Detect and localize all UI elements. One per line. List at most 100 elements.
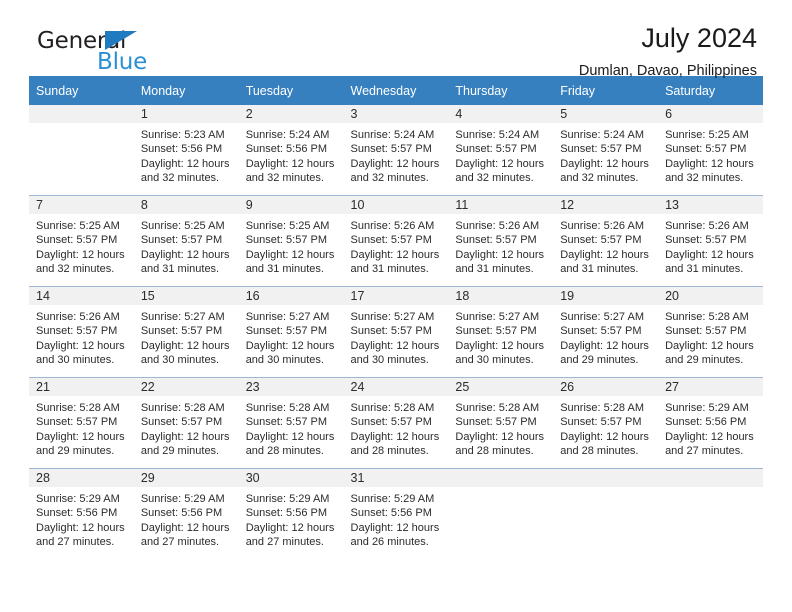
calendar-day-cell[interactable]: 24 Sunrise: 5:28 AM Sunset: 5:57 PM Dayligh… [343,377,449,469]
day-details: Sunrise: 5:25 AM Sunset: 5:57 PM Daylight:… [134,214,239,277]
sunset-text: Sunset: 5:56 PM [245,143,328,156]
day-number: 29 [133,469,239,487]
calendar-body: 1 Sunrise: 5:23 AM Sunset: 5:56 PM Daylight… [29,105,763,559]
calendar-day-cell[interactable]: 16 Sunrise: 5:27 AM Sunset: 5:57 PM Dayligh… [238,286,344,378]
calendar-day-cell[interactable]: 18 Sunrise: 5:27 AM Sunset: 5:57 PM Dayligh… [448,286,554,378]
day-cell-inner: 21 Sunrise: 5:28 AM Sunset: 5:57 PM Dayligh… [29,378,134,468]
day-number: 26 [553,378,659,396]
sunset-text: Sunset: 5:57 PM [455,234,537,247]
daylight-text-line1: Daylight: 12 hours [245,430,335,443]
day-cell-inner: 5 Sunrise: 5:24 AM Sunset: 5:57 PM Daylight… [553,105,659,195]
sunset-text: Sunset: 5:57 PM [560,234,642,247]
calendar-day-cell[interactable]: 7 Sunrise: 5:25 AM Sunset: 5:57 PM Daylight… [29,195,134,287]
calendar-day-cell[interactable]: 28 Sunrise: 5:29 AM Sunset: 5:56 PM Dayligh… [29,468,134,559]
calendar-day-cell[interactable]: 8 Sunrise: 5:25 AM Sunset: 5:57 PM Daylight… [133,195,239,287]
sunset-text: Sunset: 5:57 PM [560,143,642,156]
day-cell-inner: 28 Sunrise: 5:29 AM Sunset: 5:56 PM Dayligh… [29,469,134,559]
day-number: 6 [658,105,763,123]
calendar-day-cell[interactable]: 30 Sunrise: 5:29 AM Sunset: 5:56 PM Dayligh… [238,468,344,559]
sunset-text: Sunset: 5:57 PM [665,325,747,338]
calendar-day-cell[interactable]: 20 Sunrise: 5:28 AM Sunset: 5:57 PM Dayligh… [658,286,763,378]
daylight-text-line2: and 28 minutes. [455,445,534,458]
sunrise-text: Sunrise: 5:23 AM [140,129,225,141]
calendar-header-row: Sunday Monday Tuesday Wednesday Thursday… [29,76,763,105]
daylight-text-line1: Daylight: 12 hours [665,157,754,170]
day-details: Sunrise: 5:28 AM Sunset: 5:57 PM Daylight:… [553,396,658,459]
calendar-cell-empty [448,468,554,559]
sunrise-text: Sunrise: 5:24 AM [245,129,330,141]
calendar-day-cell[interactable]: 11 Sunrise: 5:26 AM Sunset: 5:57 PM Dayligh… [448,195,554,287]
day-cell-inner: 14 Sunrise: 5:26 AM Sunset: 5:57 PM Dayligh… [29,287,134,377]
calendar-day-cell[interactable]: 29 Sunrise: 5:29 AM Sunset: 5:56 PM Dayligh… [133,468,239,559]
sunrise-text: Sunrise: 5:28 AM [245,402,330,414]
sunrise-text: Sunrise: 5:26 AM [455,220,540,232]
daylight-text-line1: Daylight: 12 hours [245,339,335,352]
calendar-day-cell[interactable]: 15 Sunrise: 5:27 AM Sunset: 5:57 PM Dayligh… [133,286,239,378]
calendar-day-cell[interactable]: 9 Sunrise: 5:25 AM Sunset: 5:57 PM Daylight… [238,195,344,287]
daylight-text-line2: and 29 minutes. [36,445,115,458]
daylight-text-line2: and 31 minutes. [665,263,744,276]
daylight-text-line2: and 28 minutes. [245,445,324,458]
day-details: Sunrise: 5:26 AM Sunset: 5:57 PM Daylight:… [448,214,553,277]
daylight-text-line2: and 31 minutes. [560,263,639,276]
day-cell-inner: 31 Sunrise: 5:29 AM Sunset: 5:56 PM Dayligh… [343,469,449,559]
calendar-week-row: 1 Sunrise: 5:23 AM Sunset: 5:56 PM Daylight… [29,105,763,196]
calendar-day-cell[interactable]: 19 Sunrise: 5:27 AM Sunset: 5:57 PM Dayligh… [553,286,659,378]
weekday-header-friday: Friday [553,76,659,105]
sunset-text: Sunset: 5:57 PM [140,416,223,429]
sunset-text: Sunset: 5:56 PM [245,507,328,520]
day-number: 22 [133,378,239,396]
day-number: 7 [29,196,134,214]
calendar-day-cell[interactable]: 26 Sunrise: 5:28 AM Sunset: 5:57 PM Dayligh… [553,377,659,469]
day-cell-inner: 3 Sunrise: 5:24 AM Sunset: 5:57 PM Daylight… [343,105,449,195]
daylight-text-line1: Daylight: 12 hours [560,157,649,170]
calendar-day-cell[interactable]: 13 Sunrise: 5:26 AM Sunset: 5:57 PM Dayligh… [658,195,763,287]
daylight-text-line2: and 32 minutes. [140,172,220,185]
sunrise-text: Sunrise: 5:24 AM [455,129,540,141]
day-number: 20 [658,287,763,305]
calendar-day-cell[interactable]: 14 Sunrise: 5:26 AM Sunset: 5:57 PM Dayligh… [29,286,134,378]
calendar-day-cell[interactable]: 21 Sunrise: 5:28 AM Sunset: 5:57 PM Dayligh… [29,377,134,469]
daylight-text-line2: and 28 minutes. [350,445,429,458]
day-cell-inner: 24 Sunrise: 5:28 AM Sunset: 5:57 PM Dayligh… [343,378,449,468]
daylight-text-line2: and 27 minutes. [665,445,744,458]
general-blue-logo[interactable]: General Blue [37,28,237,76]
calendar-day-cell[interactable]: 25 Sunrise: 5:28 AM Sunset: 5:57 PM Dayligh… [448,377,554,469]
calendar-day-cell[interactable]: 17 Sunrise: 5:27 AM Sunset: 5:57 PM Dayligh… [343,286,449,378]
calendar-day-cell[interactable]: 5 Sunrise: 5:24 AM Sunset: 5:57 PM Daylight… [553,105,659,196]
weekday-header-thursday: Thursday [448,76,554,105]
sunset-text: Sunset: 5:57 PM [560,416,642,429]
page-subtitle: Dumlan, Davao, Philippines [578,63,757,79]
day-cell-inner: 1 Sunrise: 5:23 AM Sunset: 5:56 PM Daylight… [133,105,239,195]
calendar-day-cell[interactable]: 23 Sunrise: 5:28 AM Sunset: 5:57 PM Dayligh… [238,377,344,469]
day-cell-inner: 8 Sunrise: 5:25 AM Sunset: 5:57 PM Daylight… [133,196,239,286]
sunset-text: Sunset: 5:57 PM [560,325,642,338]
calendar-day-cell[interactable]: 22 Sunrise: 5:28 AM Sunset: 5:57 PM Dayligh… [133,377,239,469]
calendar-day-cell[interactable]: 12 Sunrise: 5:26 AM Sunset: 5:57 PM Dayligh… [553,195,659,287]
calendar-day-cell[interactable]: 31 Sunrise: 5:29 AM Sunset: 5:56 PM Dayligh… [343,468,449,559]
daylight-text-line1: Daylight: 12 hours [36,521,125,534]
day-details: Sunrise: 5:26 AM Sunset: 5:57 PM Daylight:… [658,214,763,277]
day-cell-inner: 30 Sunrise: 5:29 AM Sunset: 5:56 PM Dayligh… [238,469,344,559]
day-details: Sunrise: 5:25 AM Sunset: 5:57 PM Daylight:… [239,214,344,277]
daylight-text-line2: and 29 minutes. [140,445,220,458]
sunrise-text: Sunrise: 5:29 AM [245,493,330,505]
sunset-text: Sunset: 5:56 PM [665,416,747,429]
weekday-header-wednesday: Wednesday [343,76,449,105]
calendar-day-cell[interactable]: 10 Sunrise: 5:26 AM Sunset: 5:57 PM Dayligh… [343,195,449,287]
daylight-text-line1: Daylight: 12 hours [560,339,649,352]
calendar-day-cell[interactable]: 2 Sunrise: 5:24 AM Sunset: 5:56 PM Daylight… [238,105,344,196]
sunset-text: Sunset: 5:57 PM [350,234,432,247]
calendar-day-cell[interactable]: 1 Sunrise: 5:23 AM Sunset: 5:56 PM Daylight… [133,105,239,196]
day-cell-inner: 2 Sunrise: 5:24 AM Sunset: 5:56 PM Daylight… [238,105,344,195]
calendar-day-cell[interactable]: 3 Sunrise: 5:24 AM Sunset: 5:57 PM Daylight… [343,105,449,196]
calendar-day-cell[interactable]: 27 Sunrise: 5:29 AM Sunset: 5:56 PM Dayligh… [658,377,763,469]
day-details: Sunrise: 5:24 AM Sunset: 5:57 PM Daylight:… [448,123,553,186]
sunset-text: Sunset: 5:57 PM [455,143,537,156]
calendar-day-cell[interactable]: 6 Sunrise: 5:25 AM Sunset: 5:57 PM Daylight… [658,105,763,196]
day-details: Sunrise: 5:29 AM Sunset: 5:56 PM Daylight:… [658,396,763,459]
day-number: 19 [553,287,659,305]
day-details: Sunrise: 5:28 AM Sunset: 5:57 PM Daylight:… [29,396,134,459]
day-cell-inner: 17 Sunrise: 5:27 AM Sunset: 5:57 PM Dayligh… [343,287,449,377]
calendar-day-cell[interactable]: 4 Sunrise: 5:24 AM Sunset: 5:57 PM Daylight… [448,105,554,196]
